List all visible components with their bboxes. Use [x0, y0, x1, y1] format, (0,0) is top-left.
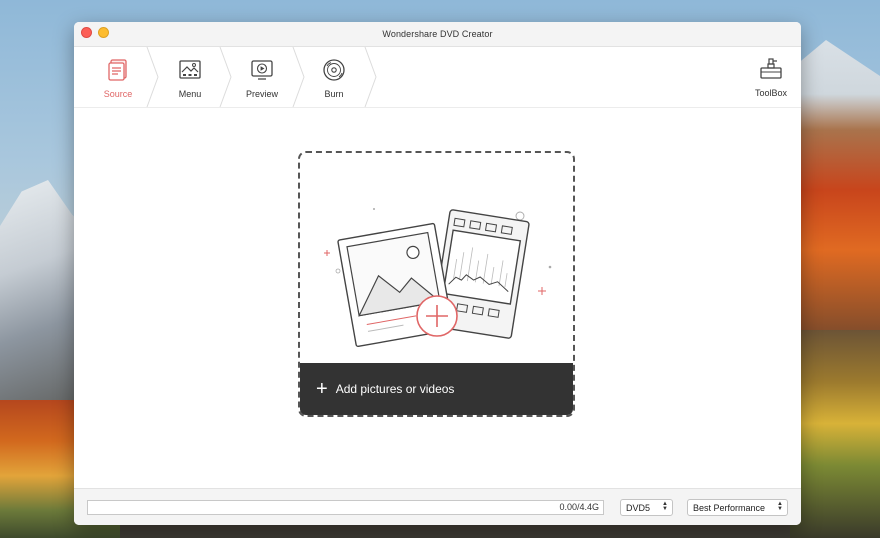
select-arrows-icon: ▲ ▼ [662, 501, 668, 512]
plus-icon: + [316, 378, 328, 400]
app-window: Wondershare DVD Creator Source Menu Prev… [74, 22, 801, 525]
step-burn-label: Burn [324, 88, 344, 99]
select-arrows-icon: ▲ ▼ [777, 501, 783, 512]
toolbox-label: ToolBox [754, 87, 788, 98]
burn-disc-icon [323, 58, 345, 81]
window-title: Wondershare DVD Creator [382, 29, 493, 39]
minimize-window-button[interactable] [98, 27, 109, 38]
step-menu-label: Menu [178, 88, 202, 99]
quality-value: Best Performance [693, 502, 766, 513]
menu-image-icon [179, 59, 201, 79]
step-separator [364, 47, 377, 107]
toolbox-icon [760, 57, 782, 79]
step-preview-label: Preview [245, 88, 278, 99]
step-source-label: Source [103, 88, 133, 99]
disc-type-select[interactable]: DVD5 ▲ ▼ [620, 499, 673, 516]
disc-capacity-bar: 0.00/4.4G [87, 500, 604, 515]
window-controls [81, 27, 109, 38]
media-drop-zone[interactable]: + Add pictures or videos [298, 151, 575, 417]
status-bar: 0.00/4.4G DVD5 ▲ ▼ Best Performance ▲ ▼ [74, 488, 801, 525]
source-icon [108, 58, 127, 81]
wallpaper-mountain-right [790, 40, 880, 340]
quality-select[interactable]: Best Performance ▲ ▼ [687, 499, 788, 516]
close-window-button[interactable] [81, 27, 92, 38]
disc-type-value: DVD5 [626, 502, 651, 513]
step-toolbar: Source Menu Preview Burn ToolBox [74, 47, 801, 108]
preview-play-icon [251, 59, 273, 80]
disc-capacity-value: 0.00/4.4G [559, 502, 599, 512]
wallpaper-foliage-right [790, 330, 880, 538]
add-pictures-videos-label: Add pictures or videos [335, 382, 455, 396]
title-bar: Wondershare DVD Creator [74, 22, 801, 47]
add-media-illustration [324, 208, 552, 348]
toolbox-button[interactable]: ToolBox [741, 47, 801, 107]
add-pictures-videos-button[interactable]: + Add pictures or videos [300, 363, 573, 415]
